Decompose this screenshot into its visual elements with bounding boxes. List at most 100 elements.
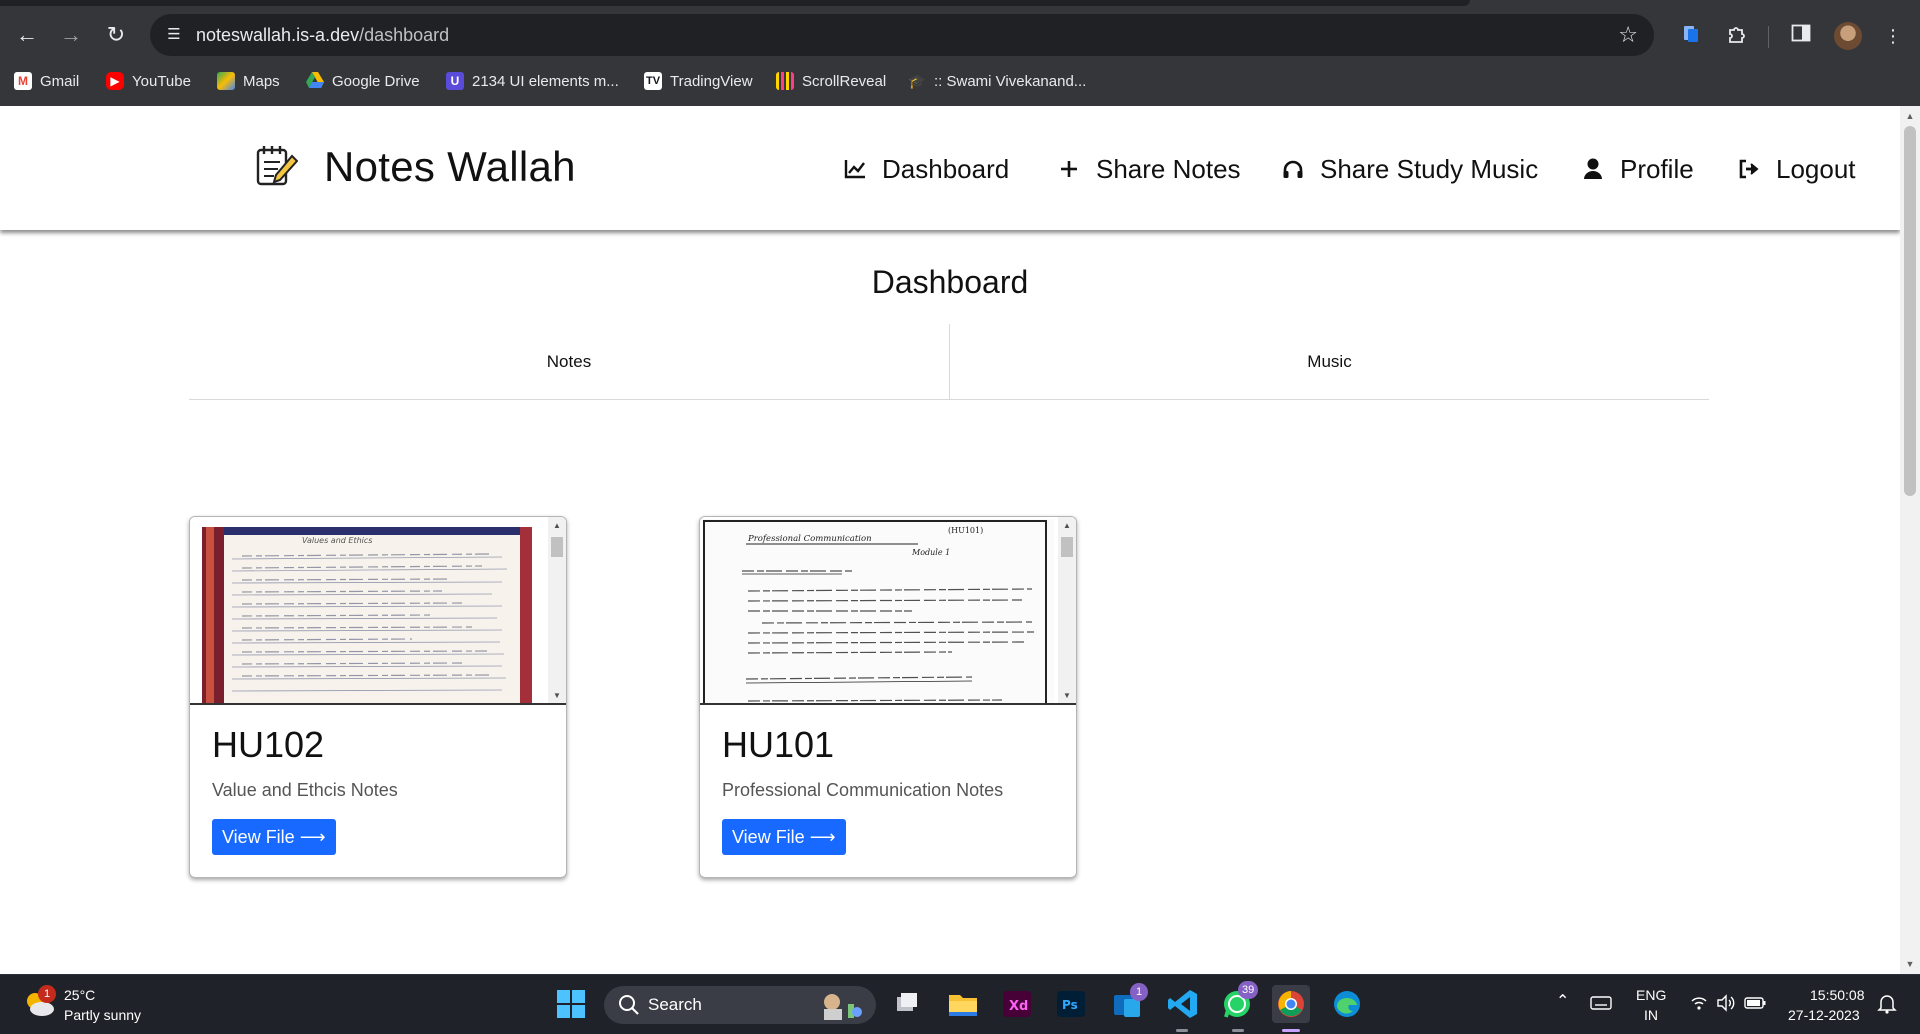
browser-menu-icon[interactable]: ⋮ — [1880, 24, 1906, 48]
nav-dashboard[interactable]: Dashboard — [842, 152, 1009, 186]
scroll-down-icon[interactable]: ▼ — [548, 689, 566, 703]
chrome-active-indicator — [1282, 1029, 1300, 1032]
note-card: Values and Ethics ▲ ▼ HU102 Value and Et… — [189, 516, 567, 878]
bookmark-label: Google Drive — [332, 72, 420, 90]
bookmark-ui-elements[interactable]: U 2134 UI elements m... — [446, 69, 619, 93]
file-preview-frame[interactable]: Values and Ethics ▲ ▼ — [190, 517, 566, 705]
nav-profile[interactable]: Profile — [1580, 152, 1694, 186]
drive-icon — [306, 72, 324, 90]
card-description: Professional Communication Notes — [722, 780, 1004, 800]
tab-strip — [0, 0, 1470, 6]
scroll-up-icon[interactable]: ▲ — [548, 519, 566, 533]
clock-time[interactable]: 15:50:08 — [1810, 986, 1865, 1004]
bookmark-label: :: Swami Vivekanand... — [934, 72, 1087, 90]
weather-temp[interactable]: 25°C — [64, 986, 95, 1004]
url-host: noteswallah.is-a.dev — [196, 25, 360, 45]
start-windows-icon[interactable] — [552, 985, 590, 1023]
scroll-up-icon[interactable]: ▲ — [1058, 519, 1076, 533]
preview-scrollbar[interactable]: ▲ ▼ — [548, 517, 566, 703]
bookmark-swami-vivekanand[interactable]: 🎓 :: Swami Vivekanand... — [908, 69, 1086, 93]
site-info-icon[interactable]: ☰ — [164, 25, 184, 45]
scrollreveal-icon — [776, 72, 794, 90]
extensions-puzzle-icon[interactable] — [1724, 24, 1750, 48]
clock-date[interactable]: 27-12-2023 — [1788, 1006, 1860, 1024]
language-indicator[interactable]: ENG — [1636, 986, 1666, 1004]
ui-elements-icon: U — [446, 72, 464, 90]
notepad-pencil-icon[interactable] — [254, 142, 299, 190]
view-file-button[interactable]: View File ⟶ — [212, 819, 336, 855]
forward-icon[interactable]: → — [56, 20, 86, 50]
preview-heading: Values and Ethics — [302, 536, 372, 545]
nav-share-notes[interactable]: Share Notes — [1056, 152, 1241, 186]
preview-module: Module 1 — [911, 548, 950, 557]
brand-name[interactable]: Notes Wallah — [324, 142, 576, 192]
scroll-thumb[interactable] — [551, 537, 563, 557]
region-indicator[interactable]: IN — [1644, 1006, 1658, 1024]
bookmark-label: Gmail — [40, 72, 80, 90]
user-icon — [1580, 158, 1606, 180]
nav-label: Profile — [1620, 153, 1694, 184]
bookmark-gmail[interactable]: M Gmail — [14, 69, 79, 93]
reload-icon[interactable]: ↻ — [101, 20, 131, 50]
scroll-thumb[interactable] — [1061, 537, 1073, 557]
extension-doc-icon[interactable] — [1678, 24, 1704, 48]
file-explorer-icon[interactable] — [944, 985, 982, 1023]
nav-share-study-music[interactable]: Share Study Music — [1280, 152, 1538, 186]
handwritten-notes-image: Professional Communication (HU101) Modul… — [702, 519, 1054, 703]
bookmark-youtube[interactable]: ▶ YouTube — [106, 69, 191, 93]
preview-code: (HU101) — [948, 526, 983, 535]
search-icon — [618, 994, 640, 1016]
weather-badge: 1 — [38, 985, 56, 1003]
bookmarks-bar: M Gmail ▶ YouTube Maps Google Drive U 21… — [0, 66, 1920, 96]
scroll-down-icon[interactable]: ▼ — [1900, 956, 1920, 972]
page-viewport: Notes Wallah Dashboard Share Notes Share… — [0, 106, 1900, 974]
nav-label: Share Study Music — [1320, 153, 1539, 184]
page-scrollbar[interactable]: ▲ ▼ — [1900, 106, 1920, 974]
vscode-icon[interactable] — [1164, 985, 1202, 1023]
show-hidden-icons-icon[interactable]: ⌃ — [1556, 993, 1569, 1011]
tab-notes[interactable]: Notes — [189, 324, 949, 400]
bookmark-star-icon[interactable]: ☆ — [1618, 22, 1638, 48]
address-bar[interactable]: ☰ noteswallah.is-a.dev/dashboard ☆ — [150, 14, 1654, 56]
wifi-icon[interactable] — [1690, 995, 1708, 1011]
whatsapp-badge: 39 — [1238, 981, 1259, 999]
svg-text:Xd: Xd — [1009, 999, 1028, 1014]
bookmark-scrollreveal[interactable]: ScrollReveal — [776, 69, 886, 93]
nav-label: Dashboard — [882, 153, 1010, 184]
gmail-icon: M — [14, 72, 32, 90]
scroll-up-icon[interactable]: ▲ — [1900, 108, 1920, 124]
task-view-icon[interactable] — [888, 985, 926, 1023]
preview-scrollbar[interactable]: ▲ ▼ — [1058, 517, 1076, 703]
volume-icon[interactable] — [1716, 994, 1736, 1012]
photoshop-icon[interactable]: Ps — [1052, 985, 1090, 1023]
weather-desc[interactable]: Partly sunny — [64, 1006, 141, 1024]
keyboard-icon[interactable] — [1590, 995, 1612, 1011]
file-preview-frame[interactable]: Professional Communication (HU101) Modul… — [700, 517, 1076, 705]
tab-music[interactable]: Music — [949, 324, 1709, 400]
side-panel-icon[interactable] — [1788, 24, 1814, 48]
scroll-thumb[interactable] — [1904, 126, 1916, 496]
card-title: HU102 — [212, 724, 325, 765]
edge-icon[interactable] — [1328, 985, 1366, 1023]
notification-bell-icon[interactable] — [1876, 993, 1898, 1015]
chrome-icon[interactable] — [1272, 985, 1310, 1023]
nav-logout[interactable]: Logout — [1736, 152, 1856, 186]
bookmark-tradingview[interactable]: TV TradingView — [644, 69, 753, 93]
taskbar-search[interactable]: Search — [604, 986, 876, 1024]
nav-label: Share Notes — [1096, 153, 1241, 184]
bookmark-label: 2134 UI elements m... — [472, 72, 619, 90]
bookmark-google-drive[interactable]: Google Drive — [306, 69, 420, 93]
adobe-xd-icon[interactable]: Xd — [998, 985, 1036, 1023]
back-icon[interactable]: ← — [12, 20, 42, 50]
view-file-button[interactable]: View File ⟶ — [722, 819, 846, 855]
bookmark-label: YouTube — [132, 72, 191, 90]
battery-icon[interactable] — [1744, 996, 1766, 1010]
bookmark-maps[interactable]: Maps — [217, 69, 280, 93]
scroll-down-icon[interactable]: ▼ — [1058, 689, 1076, 703]
bookmark-label: Maps — [243, 72, 280, 90]
profile-avatar[interactable] — [1834, 22, 1862, 50]
search-highlight-illustration-icon — [816, 990, 866, 1020]
address-url[interactable]: noteswallah.is-a.dev/dashboard — [196, 25, 449, 45]
maps-icon — [217, 72, 235, 90]
url-path: /dashboard — [359, 25, 450, 45]
